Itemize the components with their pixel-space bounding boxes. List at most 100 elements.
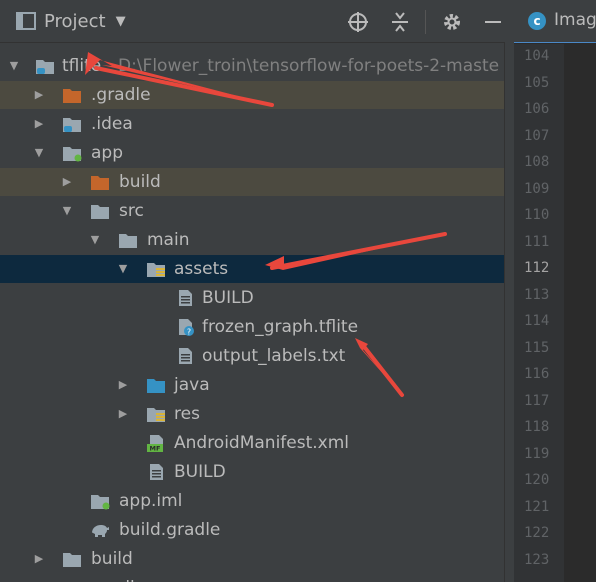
- tree-label: res: [174, 404, 200, 424]
- line-number: 109: [524, 181, 550, 197]
- project-view-selector[interactable]: Project ▼: [16, 9, 126, 33]
- tree-row-app[interactable]: ▼ app: [0, 139, 514, 167]
- svg-text:MF: MF: [150, 445, 161, 453]
- expand-arrow-icon[interactable]: ▼: [8, 60, 20, 72]
- minimize-icon[interactable]: [482, 11, 504, 33]
- tree-label: assets: [174, 259, 229, 279]
- line-number: 116: [524, 366, 550, 382]
- line-number: 104: [524, 48, 550, 64]
- line-number: 107: [524, 128, 550, 144]
- line-number: 106: [524, 101, 550, 117]
- project-window-icon: [16, 12, 36, 30]
- tree-root-path: D:\Flower_troin\tensorflow-for-poets-2-m…: [118, 56, 500, 76]
- line-number-gutter: 104 105 106 107 108 109 110 111 112 113 …: [514, 44, 564, 582]
- manifest-file-icon: MF: [147, 435, 163, 453]
- tree-label: output_labels.txt: [202, 346, 346, 366]
- resources-folder-icon: [147, 263, 165, 277]
- tree-row-build-file[interactable]: BUILD: [0, 284, 514, 312]
- source-folder-icon: [147, 379, 165, 393]
- tree-row-idea[interactable]: ▶ .idea: [0, 110, 514, 138]
- tree-label: java: [174, 375, 210, 395]
- line-number: 113: [524, 287, 550, 303]
- expand-arrow-icon[interactable]: ▶: [33, 118, 45, 130]
- line-number: 118: [524, 419, 550, 435]
- tree-label: AndroidManifest.xml: [174, 433, 350, 453]
- tree-row-output-labels[interactable]: output_labels.txt: [0, 342, 514, 370]
- folder-icon: [63, 553, 81, 567]
- line-number: 121: [524, 499, 550, 515]
- expand-arrow-icon[interactable]: ▼: [61, 205, 73, 217]
- tree-label: .gradle: [91, 85, 151, 105]
- expand-arrow-icon[interactable]: ▼: [89, 234, 101, 246]
- resources-folder-icon: [147, 408, 165, 422]
- line-number: 105: [524, 75, 550, 91]
- tree-label: app.iml: [119, 491, 183, 511]
- line-number: 108: [524, 154, 550, 170]
- tree-row-assets[interactable]: ▼ assets: [0, 255, 514, 283]
- header-divider: [425, 10, 426, 34]
- tree-row-app-build[interactable]: ▶ build: [0, 168, 514, 196]
- tree-row-frozen-graph[interactable]: ? frozen_graph.tflite: [0, 313, 514, 341]
- excluded-folder-icon: [63, 89, 81, 103]
- expand-arrow-icon[interactable]: ▼: [117, 263, 129, 275]
- expand-arrow-icon[interactable]: ▶: [117, 408, 129, 420]
- gradle-elephant-icon: [92, 525, 109, 537]
- pane-scrollbar[interactable]: [504, 42, 514, 582]
- svg-text:?: ?: [187, 328, 191, 337]
- tree-label: build: [119, 172, 161, 192]
- tree-row-app-iml[interactable]: app.iml: [0, 487, 514, 515]
- idea-folder-icon: [63, 118, 81, 132]
- tree-label: app: [91, 143, 123, 163]
- line-number: 123: [524, 552, 550, 568]
- tree-label: main: [147, 230, 190, 250]
- tree-label: src: [119, 201, 144, 221]
- text-file-icon: [150, 464, 163, 480]
- expand-arrow-icon[interactable]: ▼: [33, 147, 45, 159]
- tree-row-gradle[interactable]: ▶ gradle: [0, 574, 514, 582]
- tree-row-root-build[interactable]: ▶ build: [0, 545, 514, 573]
- tree-row-gradle-dir[interactable]: ▶ .gradle: [0, 81, 514, 109]
- tree-label: BUILD: [202, 288, 254, 308]
- expand-arrow-icon[interactable]: ▶: [117, 379, 129, 391]
- tree-row-build-gradle[interactable]: build.gradle: [0, 516, 514, 544]
- tree-label: .idea: [91, 114, 133, 134]
- folder-icon: [119, 234, 137, 248]
- tree-row-java[interactable]: ▶ java: [0, 371, 514, 399]
- line-number: 119: [524, 446, 550, 462]
- folder-icon: [91, 205, 109, 219]
- current-line-number: 112: [524, 260, 550, 276]
- iml-file-icon: [91, 495, 110, 510]
- line-number: 114: [524, 313, 550, 329]
- tree-row-tflite[interactable]: ▼ tflite D:\Flower_troin\tensorflow-for-…: [0, 52, 514, 80]
- tree-row-src[interactable]: ▼ src: [0, 197, 514, 225]
- line-number: 111: [524, 234, 550, 250]
- tree-label: tflite: [62, 56, 102, 76]
- expand-arrow-icon[interactable]: ▶: [61, 176, 73, 188]
- editor-tab-label: Imag: [554, 10, 596, 30]
- editor-tab[interactable]: c Imag: [514, 0, 596, 43]
- tree-row-res[interactable]: ▶ res: [0, 400, 514, 428]
- line-number: 110: [524, 207, 550, 223]
- text-file-icon: [179, 290, 192, 306]
- line-number: 120: [524, 472, 550, 488]
- project-header: Project ▼: [0, 0, 514, 43]
- target-icon[interactable]: [347, 11, 369, 33]
- line-number: 115: [524, 340, 550, 356]
- expand-arrow-icon[interactable]: ▶: [33, 553, 45, 565]
- tree-label: frozen_graph.tflite: [202, 317, 359, 337]
- expand-arrow-icon[interactable]: ▶: [33, 89, 45, 101]
- line-number: 122: [524, 525, 550, 541]
- module-folder-icon: [36, 60, 54, 74]
- tree-row-main-build-file[interactable]: BUILD: [0, 458, 514, 486]
- tree-label: build.gradle: [119, 520, 221, 540]
- editor-pane: c Imag 104 105 106 107 108 109 110 111 1…: [514, 0, 596, 582]
- tree-label: BUILD: [174, 462, 226, 482]
- collapse-icon[interactable]: [389, 11, 411, 33]
- line-number: 117: [524, 393, 550, 409]
- gear-icon[interactable]: [441, 11, 463, 33]
- tree-label: gradle: [91, 576, 145, 582]
- unknown-file-icon: ?: [179, 319, 194, 337]
- tree-row-android-manifest[interactable]: MF AndroidManifest.xml: [0, 429, 514, 457]
- class-icon: c: [528, 12, 546, 30]
- tree-row-main[interactable]: ▼ main: [0, 226, 514, 254]
